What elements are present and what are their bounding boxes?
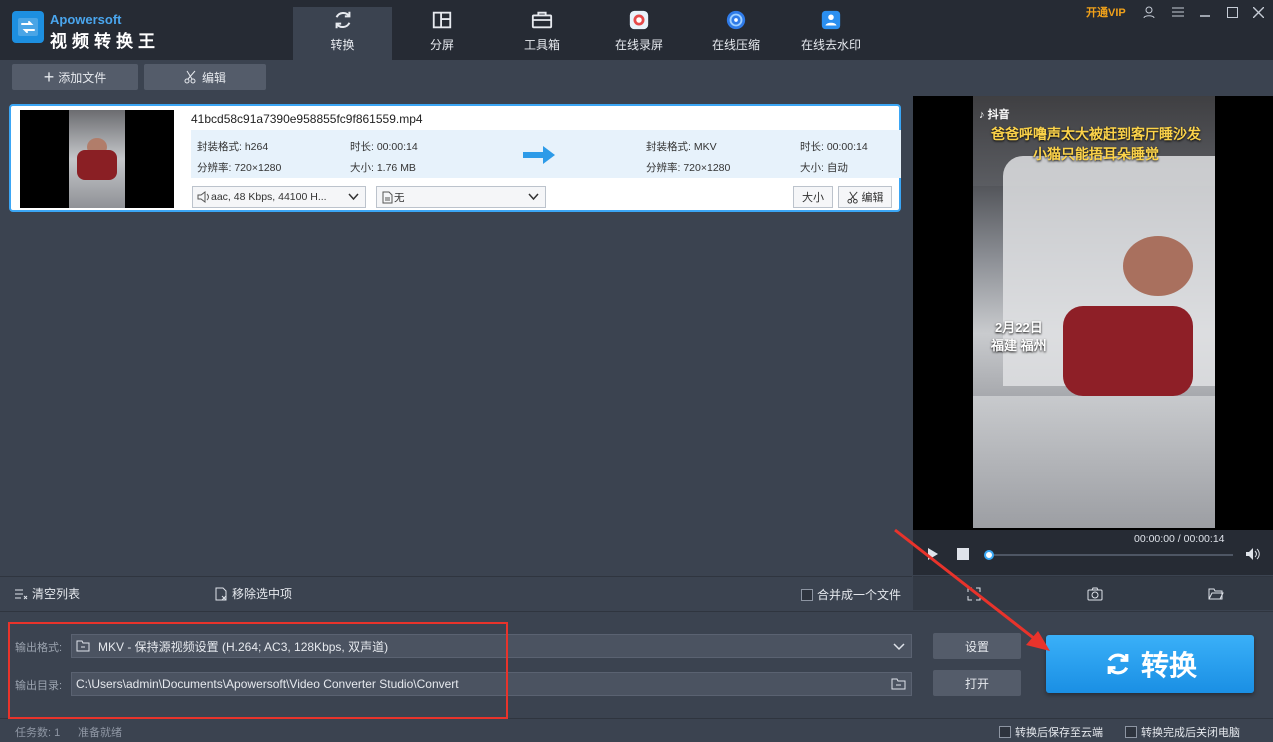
maximize-icon[interactable] xyxy=(1222,2,1242,22)
file-item[interactable]: 41bcd58c91a7390e958855fc9f861559.mp4 封装格… xyxy=(9,104,901,212)
split-screen-icon xyxy=(432,11,452,29)
audio-track-select[interactable]: aac, 48 Kbps, 44100 H... xyxy=(192,186,366,208)
status-bar: 任务数: 1 准备就绪 转换后保存至云端 转换完成后关闭电脑 xyxy=(0,718,1273,742)
shutdown-checkbox[interactable]: 转换完成后关闭电脑 xyxy=(1125,724,1240,740)
menu-icon[interactable] xyxy=(1168,2,1188,22)
convert-button[interactable]: 转换 xyxy=(1046,635,1254,693)
tab-label: 在线去水印 xyxy=(800,38,861,52)
tiktok-label: 抖音 xyxy=(987,109,1010,121)
edit-button[interactable]: 编辑 xyxy=(144,64,266,90)
speaker-icon xyxy=(197,191,209,203)
tab-online-watermark[interactable]: 在线去水印 xyxy=(784,7,878,60)
time-display: 00:00:00 / 00:00:14 xyxy=(1134,533,1225,545)
brand-english: Apowersoft xyxy=(50,12,122,27)
file-name: 41bcd58c91a7390e958855fc9f861559.mp4 xyxy=(191,112,423,126)
clear-list-icon xyxy=(15,589,28,599)
convert-label: 转换 xyxy=(1140,650,1197,681)
list-actions-bar: 清空列表 移除选中项 合并成一个文件 xyxy=(0,576,912,610)
add-file-label: 添加文件 xyxy=(58,70,107,85)
scissors-icon xyxy=(184,70,196,84)
src-size: 大小: 1.76 MB xyxy=(350,162,416,174)
tab-label: 转换 xyxy=(330,38,355,52)
user-icon[interactable] xyxy=(1139,2,1159,22)
brand-chinese: 视频转换王 xyxy=(50,32,160,51)
tiktok-icon: ♪ xyxy=(979,109,985,121)
dst-resolution: 分辨率: 720×1280 xyxy=(646,162,731,174)
vip-link[interactable]: 开通VIP xyxy=(1086,4,1126,20)
screen-record-icon xyxy=(629,10,649,30)
video-place-text: 福建 福州 xyxy=(991,338,1047,353)
remove-selected-label: 移除选中项 xyxy=(232,587,293,601)
chevron-down-icon xyxy=(348,193,359,201)
file-edit-button[interactable]: 编辑 xyxy=(838,186,892,208)
annotation-arrow xyxy=(894,528,1050,651)
size-button[interactable]: 大小 xyxy=(793,186,833,208)
volume-icon[interactable] xyxy=(1245,547,1261,561)
edit-label: 编辑 xyxy=(201,70,226,85)
src-duration: 时长: 00:00:14 xyxy=(350,141,418,153)
dst-duration: 时长: 00:00:14 xyxy=(800,141,868,153)
tab-label: 分屏 xyxy=(429,38,454,52)
subtitle-file-icon xyxy=(382,191,393,203)
audio-track-value: aac, 48 Kbps, 44100 H... xyxy=(211,191,327,203)
src-resolution: 分辨率: 720×1280 xyxy=(197,162,282,174)
tab-label: 工具箱 xyxy=(523,38,560,52)
open-folder-button[interactable]: 打开 xyxy=(933,670,1021,696)
tab-split-screen[interactable]: 分屏 xyxy=(395,7,489,60)
task-count: 任务数: 1 xyxy=(15,727,61,739)
tab-label: 在线压缩 xyxy=(711,38,760,52)
subtitle-value: 无 xyxy=(394,191,405,204)
save-cloud-checkbox[interactable]: 转换后保存至云端 xyxy=(999,724,1103,740)
file-edit-label: 编辑 xyxy=(861,192,884,204)
scissors-icon xyxy=(846,191,858,204)
folder-open-icon[interactable] xyxy=(1208,587,1224,600)
toolbox-icon xyxy=(531,11,553,29)
tab-label: 在线录屏 xyxy=(614,38,663,52)
dst-format: 封装格式: MKV xyxy=(646,141,717,153)
dst-size: 大小: 自动 xyxy=(800,162,848,174)
save-cloud-label: 转换后保存至云端 xyxy=(1015,727,1103,739)
minimize-icon[interactable] xyxy=(1195,2,1215,22)
watermark-remove-icon xyxy=(821,10,841,30)
arrow-right-icon xyxy=(523,146,555,164)
video-frame: ♪ 抖音 爸爸呼噜声太大被赶到客厅睡沙发 小猫只能捂耳朵睡觉 2月22日 福建 … xyxy=(973,96,1215,528)
refresh-icon xyxy=(335,11,350,29)
merge-checkbox[interactable]: 合并成一个文件 xyxy=(801,586,901,603)
merge-label: 合并成一个文件 xyxy=(817,588,902,602)
tiktok-watermark: ♪ 抖音 xyxy=(979,106,1010,122)
subtitle-select[interactable]: 无 xyxy=(376,186,546,208)
target-info: 封装格式: MKV 时长: 00:00:14 分辨率: 720×1280 大小:… xyxy=(611,130,901,178)
add-file-button[interactable]: + 添加文件 xyxy=(12,64,138,90)
remove-file-icon xyxy=(215,587,227,600)
plus-icon: + xyxy=(43,67,55,87)
shutdown-label: 转换完成后关闭电脑 xyxy=(1141,727,1240,739)
compress-icon xyxy=(726,10,746,30)
chevron-down-icon xyxy=(528,193,539,201)
video-date-text: 2月22日 xyxy=(995,320,1043,335)
refresh-icon xyxy=(1107,653,1129,675)
app-logo-icon xyxy=(12,11,44,43)
tab-convert[interactable]: 转换 xyxy=(293,7,392,60)
clear-list-label: 清空列表 xyxy=(32,587,81,601)
source-info: 封装格式: h264 时长: 00:00:14 分辨率: 720×1280 大小… xyxy=(191,130,611,178)
tab-toolbox[interactable]: 工具箱 xyxy=(495,7,589,60)
remove-selected-button[interactable]: 移除选中项 xyxy=(215,585,292,602)
src-format: 封装格式: h264 xyxy=(197,141,269,153)
annotation-highlight-box xyxy=(8,622,508,719)
clear-list-button[interactable]: 清空列表 xyxy=(14,585,80,602)
video-caption-2: 小猫只能捂耳朵睡觉 xyxy=(1033,146,1159,162)
status-text: 准备就绪 xyxy=(78,727,122,739)
checkbox[interactable] xyxy=(1125,726,1137,738)
browse-folder-icon[interactable] xyxy=(891,678,906,690)
tab-online-record[interactable]: 在线录屏 xyxy=(592,7,686,60)
close-icon[interactable] xyxy=(1248,2,1268,22)
video-thumbnail xyxy=(20,110,174,208)
checkbox[interactable] xyxy=(801,588,813,601)
tab-online-compress[interactable]: 在线压缩 xyxy=(689,7,783,60)
thumbnail-frame xyxy=(69,110,125,208)
camera-icon[interactable] xyxy=(1087,587,1103,601)
checkbox[interactable] xyxy=(999,726,1011,738)
video-caption-1: 爸爸呼噜声太大被赶到客厅睡沙发 xyxy=(991,126,1201,142)
video-preview: ♪ 抖音 爸爸呼噜声太大被赶到客厅睡沙发 小猫只能捂耳朵睡觉 2月22日 福建 … xyxy=(913,96,1273,530)
